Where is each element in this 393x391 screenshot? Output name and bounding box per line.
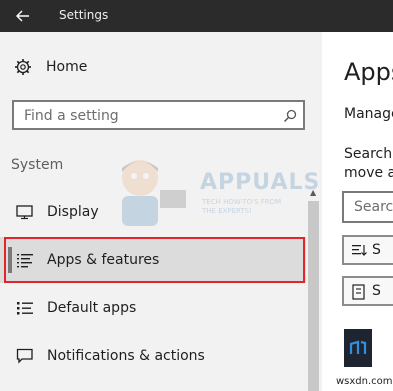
- arrow-left-icon: [15, 10, 29, 22]
- search-icon[interactable]: [283, 109, 297, 123]
- search-description-line2: move a: [344, 165, 393, 181]
- filter-button[interactable]: S: [342, 276, 393, 306]
- sidebar-item-display[interactable]: Display: [0, 189, 306, 235]
- find-setting-search-input[interactable]: Find a setting: [12, 100, 305, 130]
- sort-icon: [352, 245, 367, 256]
- title-bar: Settings: [0, 0, 393, 32]
- scroll-thumb[interactable]: [308, 201, 319, 391]
- search-placeholder: Find a setting: [24, 108, 119, 124]
- app-list-item-icon[interactable]: [344, 329, 372, 367]
- window-title: Settings: [59, 8, 109, 22]
- home-label: Home: [46, 59, 88, 75]
- sidebar-item-notifications[interactable]: Notifications & actions: [0, 333, 306, 379]
- site-watermark-text: wsxdn.com: [336, 376, 393, 387]
- speech-bubble-icon: [16, 348, 34, 364]
- monitor-icon: [16, 204, 34, 220]
- app-logo-icon: [349, 340, 367, 354]
- filter-button-label: S: [372, 283, 381, 299]
- nav-scrollbar[interactable]: ▲: [307, 185, 320, 391]
- filter-icon: [352, 284, 365, 300]
- red-highlight-box: [4, 237, 305, 283]
- sort-button[interactable]: S: [342, 235, 393, 265]
- content-pane: Apps Manage Search, move a Search S S: [322, 32, 393, 391]
- apps-search-input[interactable]: Search: [342, 191, 393, 223]
- scroll-up-arrow-icon[interactable]: ▲: [310, 188, 316, 197]
- home-nav-item[interactable]: Home: [14, 58, 87, 76]
- search-description: Search, move a: [344, 145, 393, 183]
- sidebar-item-label: Display: [47, 204, 99, 220]
- section-heading: System: [11, 157, 64, 173]
- sidebar-item-default-apps[interactable]: Default apps: [0, 285, 306, 331]
- sort-button-label: S: [372, 242, 381, 258]
- sidebar-item-label: Default apps: [47, 300, 137, 316]
- manage-text: Manage: [344, 106, 393, 122]
- sidebar-item-label: Notifications & actions: [47, 348, 205, 364]
- list-check-icon: [16, 300, 34, 316]
- apps-search-placeholder: Search: [354, 199, 393, 215]
- page-title: Apps: [344, 58, 393, 86]
- back-button[interactable]: [0, 0, 45, 32]
- gear-icon: [15, 59, 31, 75]
- search-description-line1: Search,: [344, 146, 393, 162]
